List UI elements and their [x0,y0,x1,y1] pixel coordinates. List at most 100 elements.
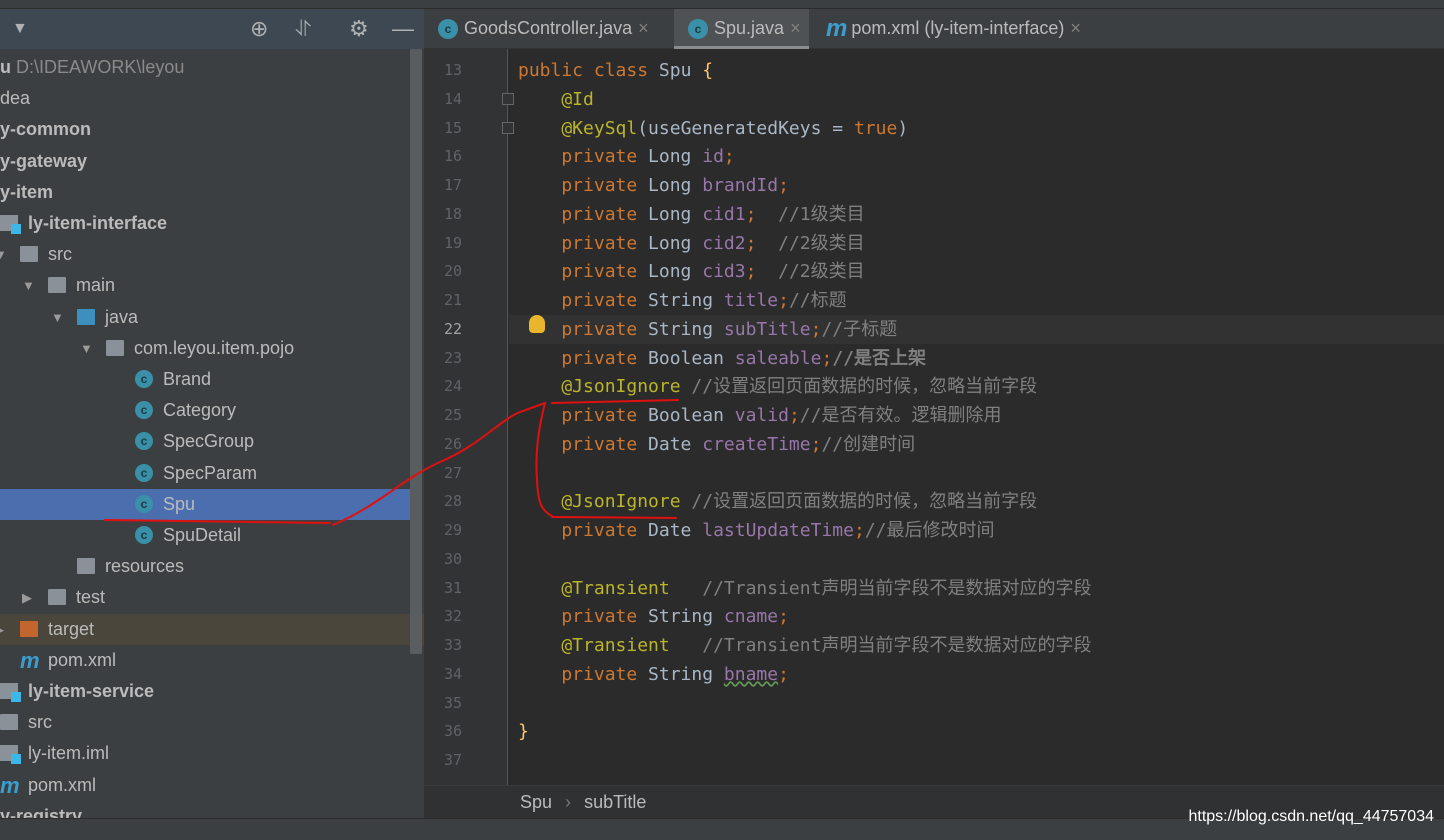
tree-item[interactable]: m pom.xml [0,645,410,676]
code-token: ; [810,433,822,455]
collapse-arrow-icon[interactable]: ▶ [22,582,32,613]
tree-item[interactable]: ly-item.iml [0,738,410,769]
close-tab-icon[interactable]: × [1070,18,1081,38]
module-icon [0,683,21,702]
line-number: 33 [443,636,462,654]
tree-item[interactable]: ▼ com.leyou.item.pojo [0,333,410,364]
tree-item[interactable]: ▼ src [0,239,410,270]
resources-folder-icon [77,558,95,575]
expand-arrow-icon[interactable]: ▼ [0,239,7,270]
close-tab-icon[interactable]: × [790,18,801,38]
breadcrumb-item[interactable]: Spu [520,792,552,812]
tree-item[interactable]: y-gateway [0,146,410,177]
line-number: 28 [443,492,462,511]
fold-icon[interactable] [502,122,514,134]
java-class-icon: c [135,526,153,544]
code-line: private Long cid1; //1级类目 [518,200,864,229]
tree-item[interactable]: m pom.xml [0,770,410,801]
locate-icon[interactable]: ⊕ [250,17,268,41]
tree-item[interactable]: ▶ target [0,613,424,645]
tree-item[interactable]: c Category [0,395,410,426]
line-number: 31 [443,578,462,597]
tree-item[interactable]: dea [0,83,410,114]
dropdown-icon[interactable]: ▼ [12,17,28,41]
collapse-all-icon[interactable]: ⥯ [295,17,311,41]
code-token: //最后修改时间 [864,520,995,541]
close-tab-icon[interactable]: × [638,18,649,38]
tree-item[interactable]: c SpecGroup [0,426,410,457]
tree-item[interactable]: ly-item-service [0,676,410,707]
code-token: Date [648,520,703,541]
tree-item-label: pom.xml [48,645,116,676]
label-part: Category [163,400,237,421]
code-token: String [648,290,724,311]
tree-item-label: y-gateway [0,146,87,177]
expand-arrow-icon[interactable]: ▼ [22,270,35,301]
line-number: 29 [443,521,462,539]
maven-icon: m [0,772,20,798]
folder-icon [20,246,38,263]
minimize-icon[interactable]: — [392,17,414,41]
tree-item[interactable]: ▼ java [0,302,410,333]
label-part: SpecGroup [163,431,255,452]
project-tree-scrollbar[interactable] [410,49,422,654]
code-token: @JsonIgnore [518,376,692,398]
code-token: title [723,290,779,311]
code-token: private [518,433,649,455]
tree-item[interactable]: c SpuDetail [0,520,410,551]
tree-item[interactable]: c SpecParam [0,458,410,489]
tree-item[interactable]: y-registry [0,801,410,818]
tab-label: GoodsController.java [464,18,633,38]
tree-item-label: main [76,270,115,301]
label-part: SpuDetail [163,525,242,545]
label-part: y-gateway [0,150,88,171]
tree-item[interactable]: ▶ test [0,582,410,613]
lightbulb-icon[interactable] [529,315,545,333]
tree-item-label: resources [105,551,184,582]
expand-arrow-icon[interactable]: ▼ [80,333,93,364]
tab-label: Spu.java [714,18,785,38]
tab-pom[interactable]: m pom.xml (ly-item-interface) × [816,9,1089,49]
fold-icon[interactable] [502,93,514,105]
code-line: } [518,717,529,746]
tree-item-label: u D:\IDEAWORK\leyou [0,52,184,83]
breadcrumb-item[interactable]: subTitle [584,792,646,812]
tree-item[interactable]: c Spu [0,488,410,520]
tree-item[interactable]: src [0,707,410,738]
code-token: //2级类目 [756,261,865,283]
code-token: ; [778,606,789,628]
expand-arrow-icon[interactable]: ▼ [51,302,64,333]
tree-item-label: y-common [0,114,91,145]
tree-item[interactable]: u D:\IDEAWORK\leyou [0,52,410,83]
code-token: @Transient [518,635,703,656]
code-token: valid [734,405,789,426]
tree-item[interactable]: y-item [0,177,410,208]
code-line: private String cname; [518,602,789,631]
gear-icon[interactable]: ⚙ [349,17,369,41]
tree-item-label: test [76,582,105,613]
tab-spu[interactable]: c Spu.java × [674,9,809,49]
folder-icon [0,714,18,731]
tree-item[interactable]: c Brand [0,364,410,395]
code-token: Spu [658,60,703,81]
tree-item[interactable]: ▼ main [0,270,410,301]
tree-item[interactable]: resources [0,551,410,582]
line-number: 26 [443,434,462,453]
code-editor[interactable]: 13 14 15 16 17 18 19 20 21 22 23 24 25 26 27 28 29 30 31 32… [424,49,1444,785]
code-token: private [518,203,649,225]
source-folder-icon [77,308,95,325]
code-token: (useGeneratedKeys = [637,117,854,139]
line-gutter: 13 14 15 16 17 18 19 20 21 22 23 24 25 26 27 28 29 30 31 32… [424,49,508,785]
title-strip [0,0,1444,9]
code-token: Boolean [648,347,735,369]
tab-goodscontroller[interactable]: c GoodsController.java × [424,9,657,49]
maven-icon: m [20,647,40,673]
code-token: Long [648,146,703,168]
code-line: public class Spu { [518,56,713,85]
project-panel-header: ▼ ⊕ ⥯ ⚙ — [0,9,424,49]
tree-item[interactable]: ly-item-interface [0,208,410,239]
collapse-arrow-icon[interactable]: ▶ [0,614,4,645]
code-token: ; [788,405,800,426]
tree-item[interactable]: y-common [0,114,410,145]
code-line: private String title;//标题 [518,286,846,315]
